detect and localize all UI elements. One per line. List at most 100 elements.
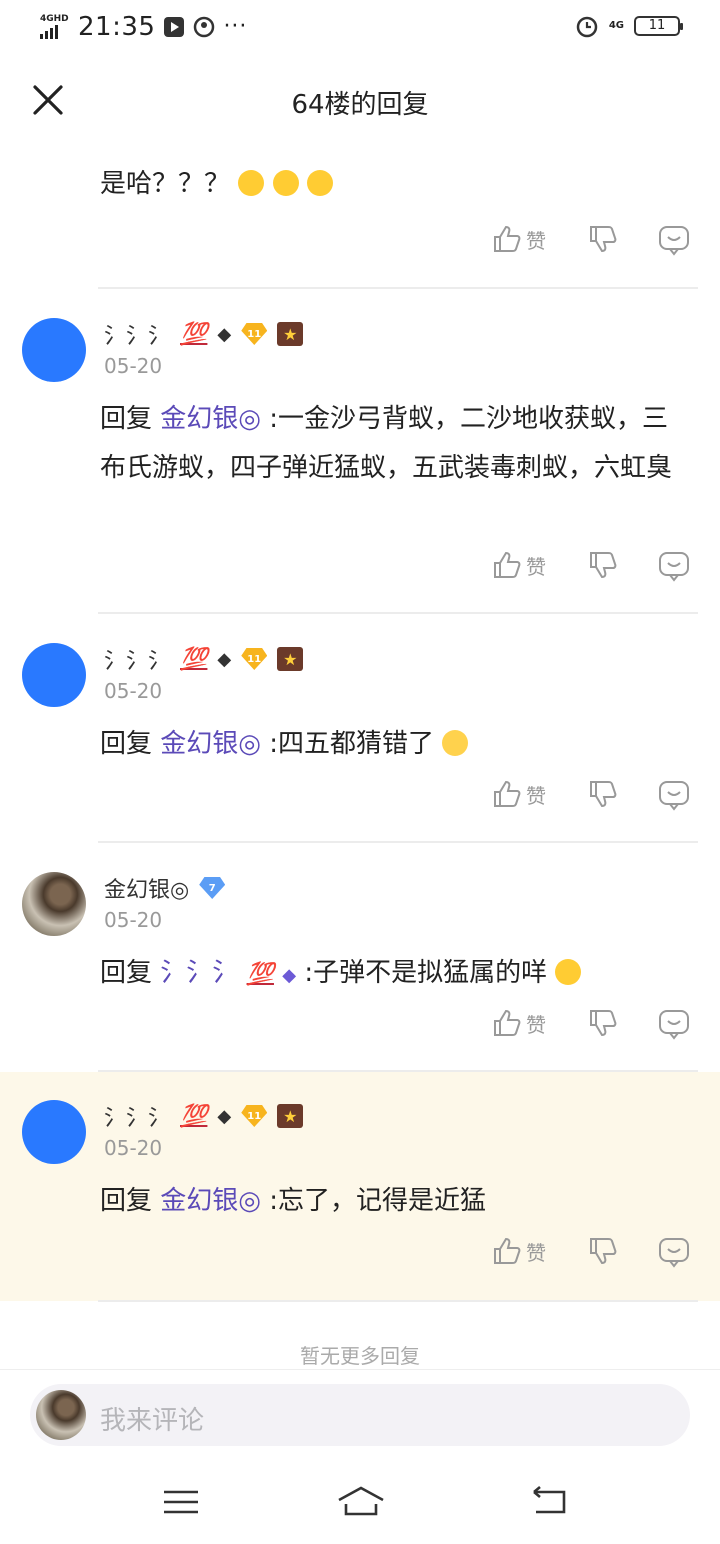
replies-list[interactable]: 三布氏游蚁，四拟猛，，五福颂，六虹： 一 是哈？？？ 赞 氵氵氵 💯 ◆ 11 … <box>0 130 720 1370</box>
reply-text: 是哈？？？ <box>100 160 690 209</box>
thumbs-down-icon[interactable] <box>588 550 618 580</box>
reply-to-user-link[interactable]: 金幻银◎ <box>160 1186 261 1216</box>
battery-level: 11 <box>648 18 666 33</box>
user-info-row: 氵氵氵 💯 ◆ 11 ★ <box>104 643 304 675</box>
comment-input[interactable]: 我来评论 <box>100 1400 204 1437</box>
like-button[interactable]: 赞 <box>492 1236 546 1266</box>
reply-content: :四五都猜错了 <box>269 729 434 759</box>
back-icon[interactable] <box>528 1482 572 1522</box>
comment-icon[interactable] <box>658 550 690 582</box>
reply-date: 05-20 <box>104 908 163 932</box>
thumbs-up-icon <box>494 780 521 807</box>
medal-icon: ★ <box>277 322 304 346</box>
thumbs-up-icon <box>494 551 521 578</box>
clock: 21:35 <box>78 12 156 42</box>
user-info-row: 金幻银◎ 7 <box>104 872 226 904</box>
badge-100-icon: 💯 <box>180 321 208 347</box>
comment-icon[interactable] <box>658 1008 690 1040</box>
post-actions: 赞 <box>0 1008 720 1048</box>
user-name[interactable]: 氵氵氵 <box>104 643 170 675</box>
diamond-icon: ◆ <box>217 1105 232 1127</box>
badge-100-icon: 💯 <box>246 962 274 987</box>
thumbs-down-icon[interactable] <box>588 1236 618 1266</box>
reply-date: 05-20 <box>104 354 163 378</box>
avatar[interactable] <box>22 643 86 707</box>
user-name[interactable]: 氵氵氵 <box>104 1100 170 1132</box>
emoji-icon <box>238 170 265 196</box>
like-button[interactable]: 赞 <box>492 550 546 580</box>
badge-100-icon: 💯 <box>180 1103 208 1129</box>
post-actions: 赞 <box>0 779 720 819</box>
post-actions: 赞 <box>0 1236 720 1276</box>
alarm-icon <box>576 16 598 38</box>
like-label: 赞 <box>526 228 546 253</box>
user-info-row: 氵氵氵 💯 ◆ 11 ★ <box>104 1100 304 1132</box>
more-notifications-icon: ··· <box>223 14 248 39</box>
level-badge: 7 <box>199 877 226 899</box>
my-avatar <box>36 1390 86 1440</box>
network-type-label: 4GHD <box>40 14 69 24</box>
reply-item-highlighted: 氵氵氵 💯 ◆ 11 ★ 05-20 回复 金幻银◎ :忘了，记得是近猛 赞 <box>0 1072 720 1301</box>
system-nav-bar <box>0 1460 720 1544</box>
reply-item: 氵氵氵 💯 ◆ 11 ★ 05-20 回复 金幻银◎ :一金沙弓背蚁，二沙地收获… <box>0 288 720 613</box>
reply-item: 金幻银◎ 7 05-20 回复 氵氵氵 💯 ◆ :子弹不是拟猛属的咩 赞 <box>0 842 720 1071</box>
level-badge: 11 <box>241 323 268 345</box>
network-4g-label: 4G <box>608 20 624 31</box>
like-label: 赞 <box>526 1012 546 1037</box>
thumbs-down-icon[interactable] <box>588 224 618 254</box>
diamond-icon: ◆ <box>282 965 297 986</box>
divider <box>98 1300 698 1302</box>
reply-text: 回复 金幻银◎ :四五都猜错了 <box>100 720 690 769</box>
thumbs-down-icon[interactable] <box>588 779 618 809</box>
avatar[interactable] <box>22 1100 86 1164</box>
reply-prefix: 回复 <box>100 729 153 759</box>
like-button[interactable]: 赞 <box>492 1008 546 1038</box>
emoji-smile-icon <box>555 959 582 985</box>
home-icon[interactable] <box>336 1482 386 1522</box>
post-actions: 赞 <box>0 224 720 264</box>
reply-text: 回复 氵氵氵 💯 ◆ :子弹不是拟猛属的咩 <box>100 949 690 1000</box>
no-more-replies-label: 暂无更多回复 <box>300 1344 420 1368</box>
reply-item: 氵氵氵 💯 ◆ 11 ★ 05-20 回复 金幻银◎ :四五都猜错了 赞 <box>0 613 720 842</box>
comment-input-bar[interactable]: 我来评论 <box>30 1384 690 1446</box>
avatar[interactable] <box>22 318 86 382</box>
comment-icon[interactable] <box>658 1236 690 1268</box>
emoji-laughing-icon <box>442 730 469 756</box>
user-name[interactable]: 金幻银◎ <box>104 872 189 904</box>
avatar[interactable] <box>22 872 86 936</box>
emoji-thinking-icon <box>306 170 333 196</box>
user-info-row: 氵氵氵 💯 ◆ 11 ★ <box>104 318 304 350</box>
like-button[interactable]: 赞 <box>492 779 546 809</box>
media-play-icon <box>164 17 185 37</box>
menu-icon[interactable] <box>160 1482 204 1522</box>
reply-prefix: 回复 <box>100 958 153 988</box>
thumbs-down-icon[interactable] <box>588 1008 618 1038</box>
comment-icon[interactable] <box>658 779 690 811</box>
battery-indicator: 11 <box>634 16 683 36</box>
reply-content: :子弹不是拟猛属的咩 <box>304 958 548 988</box>
notification-app-icon <box>194 16 215 38</box>
reply-prefix: 回复 <box>100 404 153 434</box>
diamond-icon: ◆ <box>217 648 232 670</box>
reply-to-user-link[interactable]: 氵氵氵 <box>160 958 238 988</box>
like-label: 赞 <box>526 783 546 808</box>
medal-icon: ★ <box>277 647 304 671</box>
thumbs-up-icon <box>494 1237 521 1264</box>
badge-100-icon: 💯 <box>180 646 208 672</box>
like-button[interactable]: 赞 <box>492 224 546 254</box>
like-label: 赞 <box>526 1240 546 1265</box>
reply-content: :忘了，记得是近猛 <box>269 1186 486 1216</box>
page-header: 64楼的回复 <box>0 58 720 144</box>
reply-to-user-link[interactable]: 金幻银◎ <box>160 404 261 434</box>
thumbs-up-icon <box>494 225 521 252</box>
like-label: 赞 <box>526 554 546 579</box>
status-bar: 4GHD 21:35 ··· 4G 11 <box>0 0 720 58</box>
thumbs-up-icon <box>494 1009 521 1036</box>
reply-to-user-link[interactable]: 金幻银◎ <box>160 729 261 759</box>
page-title: 64楼的回复 <box>291 90 429 120</box>
comment-icon[interactable] <box>658 224 690 256</box>
diamond-icon: ◆ <box>217 323 232 345</box>
reply-date: 05-20 <box>104 1136 163 1160</box>
user-name[interactable]: 氵氵氵 <box>104 318 170 350</box>
reply-date: 05-20 <box>104 679 163 703</box>
